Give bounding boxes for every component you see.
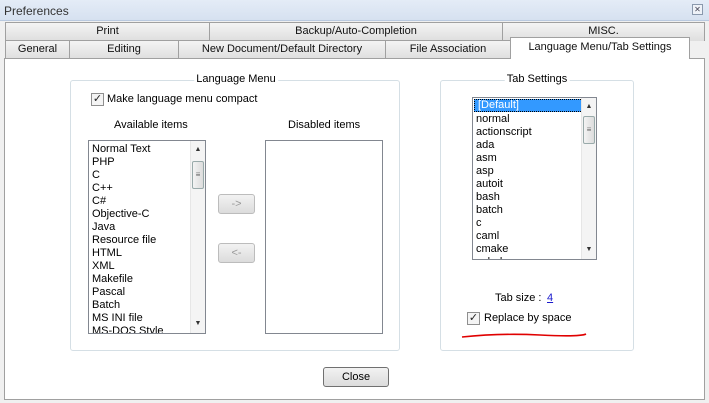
tab-size-value[interactable]: 4 bbox=[547, 292, 553, 304]
list-item[interactable]: MS INI file bbox=[89, 312, 205, 325]
tab-new-document[interactable]: New Document/Default Directory bbox=[178, 40, 386, 59]
list-item[interactable]: actionscript bbox=[473, 126, 596, 139]
scroll-thumb[interactable]: ≡ bbox=[583, 116, 595, 144]
list-item[interactable]: ada bbox=[473, 139, 596, 152]
list-item[interactable]: C# bbox=[89, 195, 205, 208]
disabled-items-label: Disabled items bbox=[288, 119, 361, 131]
compact-menu-label: Make language menu compact bbox=[107, 93, 258, 105]
list-item[interactable]: Pascal bbox=[89, 286, 205, 299]
scroll-down-icon[interactable]: ▼ bbox=[582, 243, 596, 257]
title-bar: Preferences ✕ bbox=[0, 0, 709, 21]
replace-by-space-checkbox[interactable]: ✓ bbox=[467, 312, 480, 325]
list-item[interactable]: normal bbox=[473, 113, 596, 126]
language-tab-list[interactable]: [Default] normal actionscript ada asm asp auto… bbox=[472, 97, 597, 260]
list-item[interactable]: cmake bbox=[473, 243, 596, 256]
scroll-down-icon[interactable]: ▼ bbox=[191, 317, 205, 331]
window-title: Preferences bbox=[4, 4, 69, 18]
replace-by-space-label: Replace by space bbox=[484, 312, 572, 324]
tab-language-menu-tab-settings[interactable]: Language Menu/Tab Settings bbox=[510, 37, 690, 59]
scrollbar[interactable]: ▲ ≡ ▼ bbox=[190, 141, 205, 333]
list-item[interactable]: caml bbox=[473, 230, 596, 243]
list-item[interactable]: Makefile bbox=[89, 273, 205, 286]
list-item[interactable]: C++ bbox=[89, 182, 205, 195]
list-item[interactable]: cobol bbox=[473, 256, 596, 259]
scrollbar[interactable]: ▲ ≡ ▼ bbox=[581, 98, 596, 259]
tab-settings-title: Tab Settings bbox=[504, 73, 570, 85]
tab-print[interactable]: Print bbox=[5, 22, 210, 41]
list-item[interactable]: [Default] bbox=[474, 99, 595, 112]
list-item[interactable]: batch bbox=[473, 204, 596, 217]
tab-backup-auto-completion[interactable]: Backup/Auto-Completion bbox=[209, 22, 503, 41]
list-item[interactable]: asp bbox=[473, 165, 596, 178]
list-item[interactable]: Objective-C bbox=[89, 208, 205, 221]
list-item[interactable]: autoit bbox=[473, 178, 596, 191]
scroll-thumb[interactable]: ≡ bbox=[192, 161, 204, 189]
available-items-label: Available items bbox=[114, 119, 188, 131]
disabled-items-list[interactable] bbox=[265, 140, 383, 334]
list-item[interactable]: C bbox=[89, 169, 205, 182]
list-item[interactable]: asm bbox=[473, 152, 596, 165]
move-right-button[interactable]: -> bbox=[218, 194, 255, 214]
list-item[interactable]: XML bbox=[89, 260, 205, 273]
tab-file-association[interactable]: File Association bbox=[385, 40, 511, 59]
scroll-up-icon[interactable]: ▲ bbox=[191, 143, 205, 157]
list-item[interactable]: Resource file bbox=[89, 234, 205, 247]
list-item[interactable]: Java bbox=[89, 221, 205, 234]
list-item[interactable]: Normal Text bbox=[89, 143, 205, 156]
list-item[interactable]: Batch bbox=[89, 299, 205, 312]
language-menu-title: Language Menu bbox=[194, 73, 278, 85]
available-items-list[interactable]: Normal Text PHP C C++ C# Objective-C Java Resou… bbox=[88, 140, 206, 334]
tab-general[interactable]: General bbox=[5, 40, 70, 59]
close-icon[interactable]: ✕ bbox=[692, 4, 703, 15]
tab-editing[interactable]: Editing bbox=[69, 40, 179, 59]
list-item[interactable]: bash bbox=[473, 191, 596, 204]
list-item[interactable]: HTML bbox=[89, 247, 205, 260]
list-item[interactable]: MS-DOS Style bbox=[89, 325, 205, 333]
compact-menu-checkbox[interactable]: ✓ bbox=[91, 93, 104, 106]
red-underline-annotation bbox=[461, 333, 587, 338]
list-item[interactable]: PHP bbox=[89, 156, 205, 169]
close-button[interactable]: Close bbox=[323, 367, 389, 387]
list-item[interactable]: c bbox=[473, 217, 596, 230]
scroll-up-icon[interactable]: ▲ bbox=[582, 100, 596, 114]
tab-size-label: Tab size : bbox=[495, 292, 542, 304]
move-left-button[interactable]: <- bbox=[218, 243, 255, 263]
